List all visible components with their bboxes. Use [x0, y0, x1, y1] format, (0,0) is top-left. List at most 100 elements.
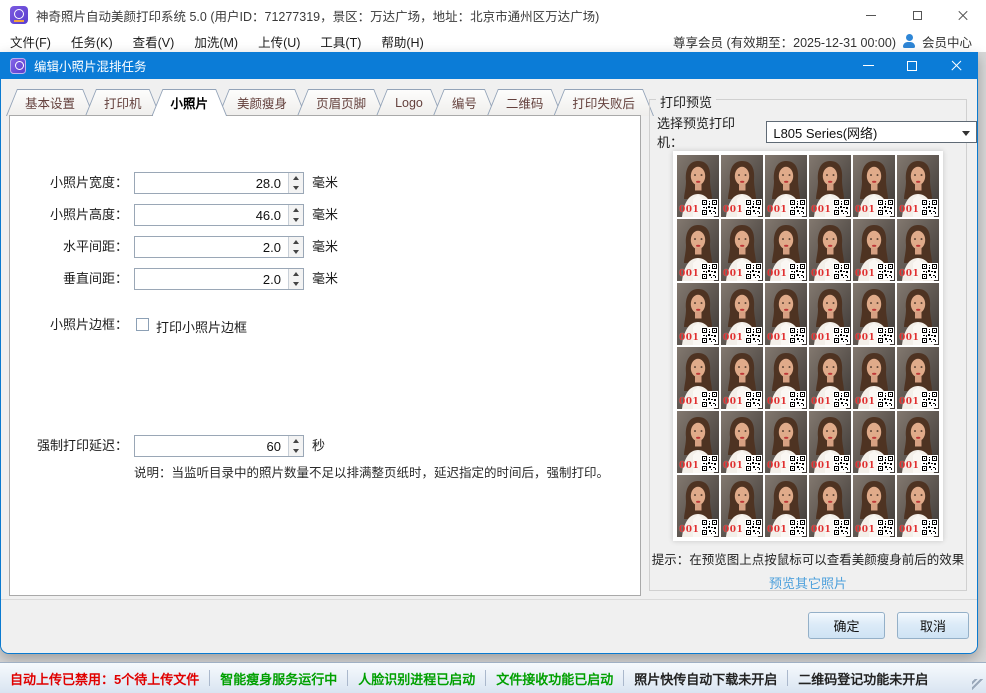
spin-down-icon[interactable]: [289, 446, 303, 456]
preview-photo[interactable]: 001: [721, 155, 763, 217]
preview-photo[interactable]: 001: [721, 283, 763, 345]
preview-photo[interactable]: 001: [721, 219, 763, 281]
preview-photo[interactable]: 001: [853, 155, 895, 217]
photo-height-field: [134, 204, 304, 226]
tab-qrcode[interactable]: 二维码: [487, 89, 563, 116]
photo-badge: 001: [767, 333, 787, 343]
preview-photo[interactable]: 001: [809, 411, 851, 473]
menu-file[interactable]: 文件(F): [0, 30, 61, 53]
spin-up-icon[interactable]: [289, 173, 303, 183]
photo-height-input[interactable]: [134, 204, 304, 226]
tab-printer[interactable]: 打印机: [85, 89, 161, 116]
spin-up-icon[interactable]: [289, 205, 303, 215]
preview-photo[interactable]: 001: [765, 219, 807, 281]
dialog-button-strip: 确定 取消: [1, 599, 977, 653]
force-print-delay-field: [134, 435, 304, 457]
h-spacing-unit: 毫米: [312, 236, 338, 258]
h-spacing-input[interactable]: [134, 236, 304, 258]
menu-upload[interactable]: 上传(U): [248, 30, 310, 53]
preview-photo[interactable]: 001: [853, 283, 895, 345]
preview-photo[interactable]: 001: [765, 475, 807, 537]
spin-down-icon[interactable]: [289, 247, 303, 257]
member-center-link[interactable]: 会员中心: [922, 32, 972, 51]
preview-photo[interactable]: 001: [897, 411, 939, 473]
preview-photo[interactable]: 001: [853, 347, 895, 409]
print-border-checkbox[interactable]: [136, 318, 149, 331]
resize-grip[interactable]: [972, 679, 983, 690]
ok-button[interactable]: 确定: [808, 612, 885, 639]
preview-photo[interactable]: 001: [897, 219, 939, 281]
preview-photo[interactable]: 001: [721, 475, 763, 537]
menu-task[interactable]: 任务(K): [61, 30, 123, 53]
spin-up-icon[interactable]: [289, 436, 303, 446]
dialog-title: 编辑小照片混排任务: [34, 56, 147, 75]
qr-code-icon: [701, 263, 718, 280]
cancel-button[interactable]: 取消: [897, 612, 969, 639]
preview-photo[interactable]: 001: [765, 347, 807, 409]
spin-up-icon[interactable]: [289, 237, 303, 247]
menu-reprint[interactable]: 加洗(M): [184, 30, 248, 53]
preview-other-photos-link[interactable]: 预览其它照片: [649, 573, 967, 592]
force-print-delay-input[interactable]: [134, 435, 304, 457]
preview-photo[interactable]: 001: [809, 283, 851, 345]
tab-beautify[interactable]: 美颜瘦身: [218, 89, 306, 116]
menu-tools[interactable]: 工具(T): [310, 30, 371, 53]
preview-photo[interactable]: 001: [809, 155, 851, 217]
spin-down-icon[interactable]: [289, 279, 303, 289]
dialog-minimize-button[interactable]: [846, 52, 890, 79]
preview-photo[interactable]: 001: [897, 283, 939, 345]
tab-number[interactable]: 编号: [433, 89, 496, 116]
menu-view[interactable]: 查看(V): [123, 30, 185, 53]
print-preview-paper[interactable]: 001: [673, 151, 943, 541]
photo-badge: 001: [855, 397, 875, 407]
preview-photo[interactable]: 001: [853, 475, 895, 537]
preview-photo[interactable]: 001: [853, 411, 895, 473]
preview-photo[interactable]: 001: [721, 411, 763, 473]
preview-photo[interactable]: 001: [765, 283, 807, 345]
photo-badge: 001: [899, 333, 919, 343]
photo-width-input[interactable]: [134, 172, 304, 194]
maximize-button[interactable]: [894, 0, 940, 30]
preview-photo[interactable]: 001: [809, 475, 851, 537]
preview-photo[interactable]: 001: [897, 475, 939, 537]
status-upload-disabled: 自动上传已禁用：5个待上传文件: [0, 669, 209, 688]
preview-photo[interactable]: 001: [677, 347, 719, 409]
preview-photo[interactable]: 001: [677, 219, 719, 281]
preview-photo[interactable]: 001: [721, 347, 763, 409]
preview-photo[interactable]: 001: [677, 475, 719, 537]
preview-photo[interactable]: 001: [809, 219, 851, 281]
force-print-delay-unit: 秒: [312, 435, 325, 457]
preview-photo[interactable]: 001: [765, 155, 807, 217]
preview-photo[interactable]: 001: [677, 155, 719, 217]
close-button[interactable]: [940, 0, 986, 30]
preview-printer-select[interactable]: L805 Series(网络): [766, 121, 977, 143]
tab-header-footer[interactable]: 页眉页脚: [297, 89, 385, 116]
qr-code-icon: [789, 519, 806, 536]
spin-down-icon[interactable]: [289, 215, 303, 225]
qr-code-icon: [701, 327, 718, 344]
photo-badge: 001: [679, 205, 699, 215]
minimize-button[interactable]: [848, 0, 894, 30]
tab-small-photo[interactable]: 小照片: [152, 89, 228, 116]
preview-photo[interactable]: 001: [897, 155, 939, 217]
spin-down-icon[interactable]: [289, 183, 303, 193]
photo-height-label: 小照片高度：: [10, 204, 128, 226]
tab-print-fail[interactable]: 打印失败后: [553, 89, 654, 116]
menu-help[interactable]: 帮助(H): [371, 30, 433, 53]
preview-photo[interactable]: 001: [897, 347, 939, 409]
photo-badge: 001: [679, 525, 699, 535]
v-spacing-input[interactable]: [134, 268, 304, 290]
preview-photo[interactable]: 001: [677, 283, 719, 345]
dialog-close-button[interactable]: [934, 52, 978, 79]
spin-up-icon[interactable]: [289, 269, 303, 279]
dialog-maximize-button[interactable]: [890, 52, 934, 79]
preview-photo[interactable]: 001: [853, 219, 895, 281]
tab-logo[interactable]: Logo: [376, 89, 442, 116]
tab-basic-settings[interactable]: 基本设置: [6, 89, 94, 116]
photo-badge: 001: [723, 397, 743, 407]
preview-photo[interactable]: 001: [809, 347, 851, 409]
preview-photo[interactable]: 001: [677, 411, 719, 473]
preview-photo[interactable]: 001: [765, 411, 807, 473]
qr-code-icon: [833, 391, 850, 408]
qr-code-icon: [833, 199, 850, 216]
